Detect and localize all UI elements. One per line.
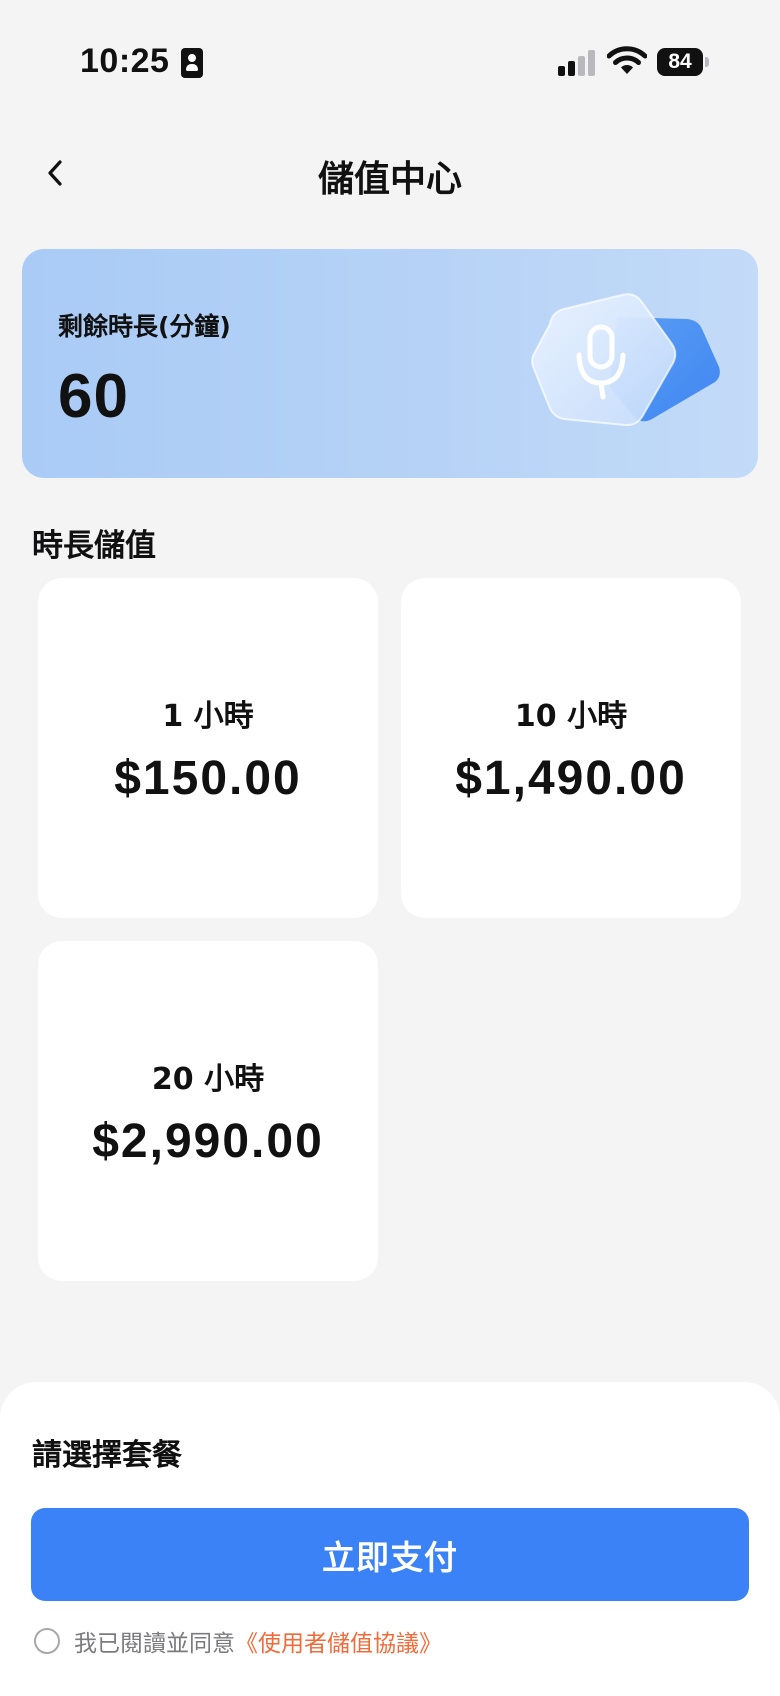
microphone-badge-icon [531, 293, 720, 427]
battery-icon: 84 [657, 48, 709, 76]
plan-price: $2,990.00 [92, 1114, 324, 1168]
balance-value: 60 [58, 362, 129, 431]
plan-duration: 20 小時 [151, 1061, 265, 1097]
plan-price: $150.00 [114, 751, 302, 805]
balance-card: 剩餘時長(分鐘) 60 [22, 249, 758, 478]
plan-price: $1,490.00 [455, 751, 687, 805]
agreement-link[interactable]: 《使用者儲值協議》 [235, 1624, 442, 1658]
plan-duration: 10 小時 [514, 698, 628, 734]
checkout-sheet: 請選擇套餐 立即支付 我已閱讀並同意 《使用者儲值協議》 [0, 1382, 780, 1696]
plan-card-10-hours[interactable]: 10 小時 $1,490.00 [401, 578, 741, 918]
page-title: 儲值中心 [317, 159, 462, 200]
plan-card-20-hours[interactable]: 20 小時 $2,990.00 [38, 941, 378, 1281]
agreement-row: 我已閱讀並同意 《使用者儲值協議》 [34, 1624, 442, 1658]
agreement-text: 我已閱讀並同意 [74, 1631, 235, 1657]
status-bar: 10:25 84 [0, 0, 780, 120]
pay-now-button[interactable]: 立即支付 [31, 1508, 749, 1601]
wifi-icon [606, 46, 648, 80]
select-plan-prompt: 請選擇套餐 [32, 1438, 182, 1473]
plan-duration: 1 小時 [162, 698, 254, 734]
section-title: 時長儲值 [32, 528, 156, 564]
agreement-checkbox[interactable] [34, 1628, 60, 1654]
cellular-signal-icon [558, 50, 598, 76]
status-time: 10:25 [80, 42, 170, 80]
balance-label: 剩餘時長(分鐘) [58, 312, 231, 341]
battery-level: 84 [657, 48, 703, 76]
plan-card-1-hour[interactable]: 1 小時 $150.00 [38, 578, 378, 918]
contact-card-icon [181, 48, 203, 78]
